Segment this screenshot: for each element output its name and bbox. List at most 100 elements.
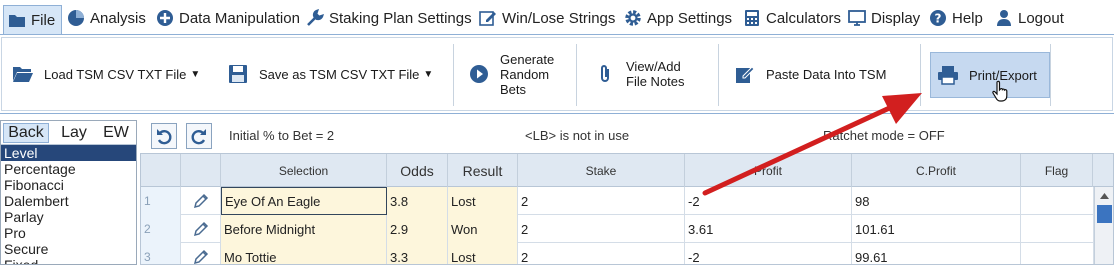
column-header-profit[interactable]: Profit bbox=[685, 154, 852, 187]
paste-icon bbox=[734, 63, 756, 85]
redo-button[interactable] bbox=[186, 123, 212, 149]
column-header-edit bbox=[181, 154, 221, 187]
open-folder-icon bbox=[12, 63, 34, 85]
undo-icon bbox=[157, 129, 172, 145]
menu-app-settings-label: App Settings bbox=[647, 9, 733, 27]
tab-back[interactable]: Back bbox=[3, 123, 49, 143]
undo-button[interactable] bbox=[151, 123, 177, 149]
staking-type-item[interactable]: Pro bbox=[1, 225, 136, 241]
view-add-file-notes-button[interactable]: View/Add File Notes bbox=[594, 38, 685, 110]
menu-file[interactable]: File bbox=[3, 5, 63, 35]
chart-icon bbox=[67, 9, 85, 27]
bet-type-tabs: Back Lay EW bbox=[1, 121, 136, 145]
menu-data-manipulation-label: Data Manipulation bbox=[179, 9, 300, 27]
table-row[interactable]: 3 Mo Tottie 3.3 Lost 2 -2 99.61 bbox=[141, 243, 1113, 264]
menu-analysis[interactable]: Analysis bbox=[67, 4, 146, 32]
grid-header: Selection Odds Result Stake Profit C.Pro… bbox=[141, 154, 1113, 187]
staking-type-item[interactable]: Secure bbox=[1, 241, 136, 257]
staking-type-item[interactable]: Fixed bbox=[1, 257, 136, 264]
staking-type-panel: Back Lay EW Level Percentage Fibonacci D… bbox=[0, 120, 137, 265]
vertical-scrollbar[interactable] bbox=[1094, 187, 1113, 264]
selection-cell[interactable]: Eye Of An Eagle bbox=[221, 187, 387, 215]
load-file-label: Load TSM CSV TXT File bbox=[44, 66, 187, 82]
odds-cell[interactable]: 2.9 bbox=[387, 215, 448, 243]
menu-calculators[interactable]: Calculators bbox=[743, 4, 841, 32]
menu-logout[interactable]: Logout bbox=[995, 4, 1064, 32]
staking-type-item[interactable]: Level bbox=[1, 145, 136, 161]
result-cell[interactable]: Lost bbox=[448, 187, 518, 215]
odds-cell[interactable]: 3.8 bbox=[387, 187, 448, 215]
menu-app-settings[interactable]: App Settings bbox=[624, 4, 732, 32]
menu-file-label: File bbox=[31, 12, 56, 29]
edit-row-button[interactable] bbox=[181, 215, 221, 243]
row-number: 1 bbox=[141, 187, 181, 215]
ribbon-divider bbox=[453, 44, 454, 106]
scrollbar-thumb[interactable] bbox=[1097, 205, 1112, 223]
menu-help[interactable]: ? Help bbox=[929, 4, 983, 32]
flag-cell[interactable] bbox=[1021, 187, 1094, 215]
redo-icon bbox=[191, 129, 206, 145]
staking-type-item[interactable]: Percentage bbox=[1, 161, 136, 177]
menu-display[interactable]: Display bbox=[848, 4, 920, 32]
selection-cell[interactable]: Mo Tottie bbox=[221, 243, 387, 264]
ribbon-divider bbox=[576, 44, 577, 106]
flag-cell[interactable] bbox=[1021, 243, 1094, 264]
print-export-button[interactable]: Print/Export bbox=[930, 52, 1050, 98]
column-header-odds[interactable]: Odds bbox=[387, 154, 448, 187]
play-circle-icon bbox=[468, 63, 490, 85]
lb-status: <LB> is not in use bbox=[525, 128, 630, 143]
tab-lay[interactable]: Lay bbox=[54, 123, 94, 143]
menu-data-manipulation[interactable]: Data Manipulation bbox=[156, 4, 300, 32]
stake-cell: 2 bbox=[518, 187, 685, 215]
odds-cell[interactable]: 3.3 bbox=[387, 243, 448, 264]
column-header-flag[interactable]: Flag bbox=[1021, 154, 1093, 187]
result-cell[interactable]: Lost bbox=[448, 243, 518, 264]
edit-row-button[interactable] bbox=[181, 243, 221, 264]
svg-text:?: ? bbox=[935, 12, 942, 26]
file-notes-label: View/Add File Notes bbox=[626, 59, 685, 89]
initial-bet-status: Initial % to Bet = 2 bbox=[229, 128, 335, 143]
staking-type-item[interactable]: Parlay bbox=[1, 209, 136, 225]
ribbon-divider bbox=[920, 44, 921, 106]
column-header-stake[interactable]: Stake bbox=[518, 154, 685, 187]
paperclip-icon bbox=[594, 63, 616, 85]
cprofit-cell: 101.61 bbox=[852, 215, 1021, 243]
edit-row-button[interactable] bbox=[181, 187, 221, 215]
menu-win-lose-strings[interactable]: Win/Lose Strings bbox=[479, 4, 615, 32]
row-number: 2 bbox=[141, 215, 181, 243]
row-number: 3 bbox=[141, 243, 181, 264]
table-row[interactable]: 2 Before Midnight 2.9 Won 2 3.61 101.61 bbox=[141, 215, 1113, 243]
column-header-index bbox=[141, 154, 181, 187]
result-cell[interactable]: Won bbox=[448, 215, 518, 243]
wrench-icon bbox=[306, 9, 324, 27]
column-header-cprofit[interactable]: C.Profit bbox=[852, 154, 1021, 187]
table-row[interactable]: 1 Eye Of An Eagle 3.8 Lost 2 -2 98 bbox=[141, 187, 1113, 215]
selection-cell[interactable]: Before Midnight bbox=[221, 215, 387, 243]
cprofit-cell: 99.61 bbox=[852, 243, 1021, 264]
menu-bar: File Analysis Data Manipulation Staking … bbox=[0, 0, 1114, 35]
save-icon bbox=[227, 63, 249, 85]
hand-cursor-icon bbox=[992, 80, 1008, 102]
chevron-down-icon: ▼ bbox=[423, 68, 434, 80]
column-header-result[interactable]: Result bbox=[448, 154, 518, 187]
generate-label: Generate Random Bets bbox=[500, 51, 555, 97]
tab-ew[interactable]: EW bbox=[96, 123, 136, 143]
chevron-down-icon: ▼ bbox=[190, 68, 201, 80]
bets-grid: Selection Odds Result Stake Profit C.Pro… bbox=[140, 153, 1114, 265]
menu-win-lose-strings-label: Win/Lose Strings bbox=[502, 9, 616, 27]
column-header-selection[interactable]: Selection bbox=[221, 154, 387, 187]
paste-data-label: Paste Data Into TSM bbox=[766, 66, 887, 82]
load-file-button[interactable]: Load TSM CSV TXT File ▼ bbox=[12, 38, 200, 110]
menu-staking-plan-settings[interactable]: Staking Plan Settings bbox=[306, 4, 472, 32]
save-file-label: Save as TSM CSV TXT File bbox=[259, 66, 420, 82]
flag-cell[interactable] bbox=[1021, 215, 1094, 243]
ratchet-status: Ratchet mode = OFF bbox=[823, 128, 945, 143]
generate-random-bets-button[interactable]: Generate Random Bets bbox=[468, 38, 554, 110]
paste-data-button[interactable]: Paste Data Into TSM bbox=[734, 38, 886, 110]
staking-type-item[interactable]: Fibonacci bbox=[1, 177, 136, 193]
staking-type-item[interactable]: Dalembert bbox=[1, 193, 136, 209]
profit-cell: -2 bbox=[685, 187, 852, 215]
save-file-button[interactable]: Save as TSM CSV TXT File ▼ bbox=[227, 38, 433, 110]
stake-cell: 2 bbox=[518, 243, 685, 264]
scroll-up-icon[interactable] bbox=[1095, 187, 1113, 204]
